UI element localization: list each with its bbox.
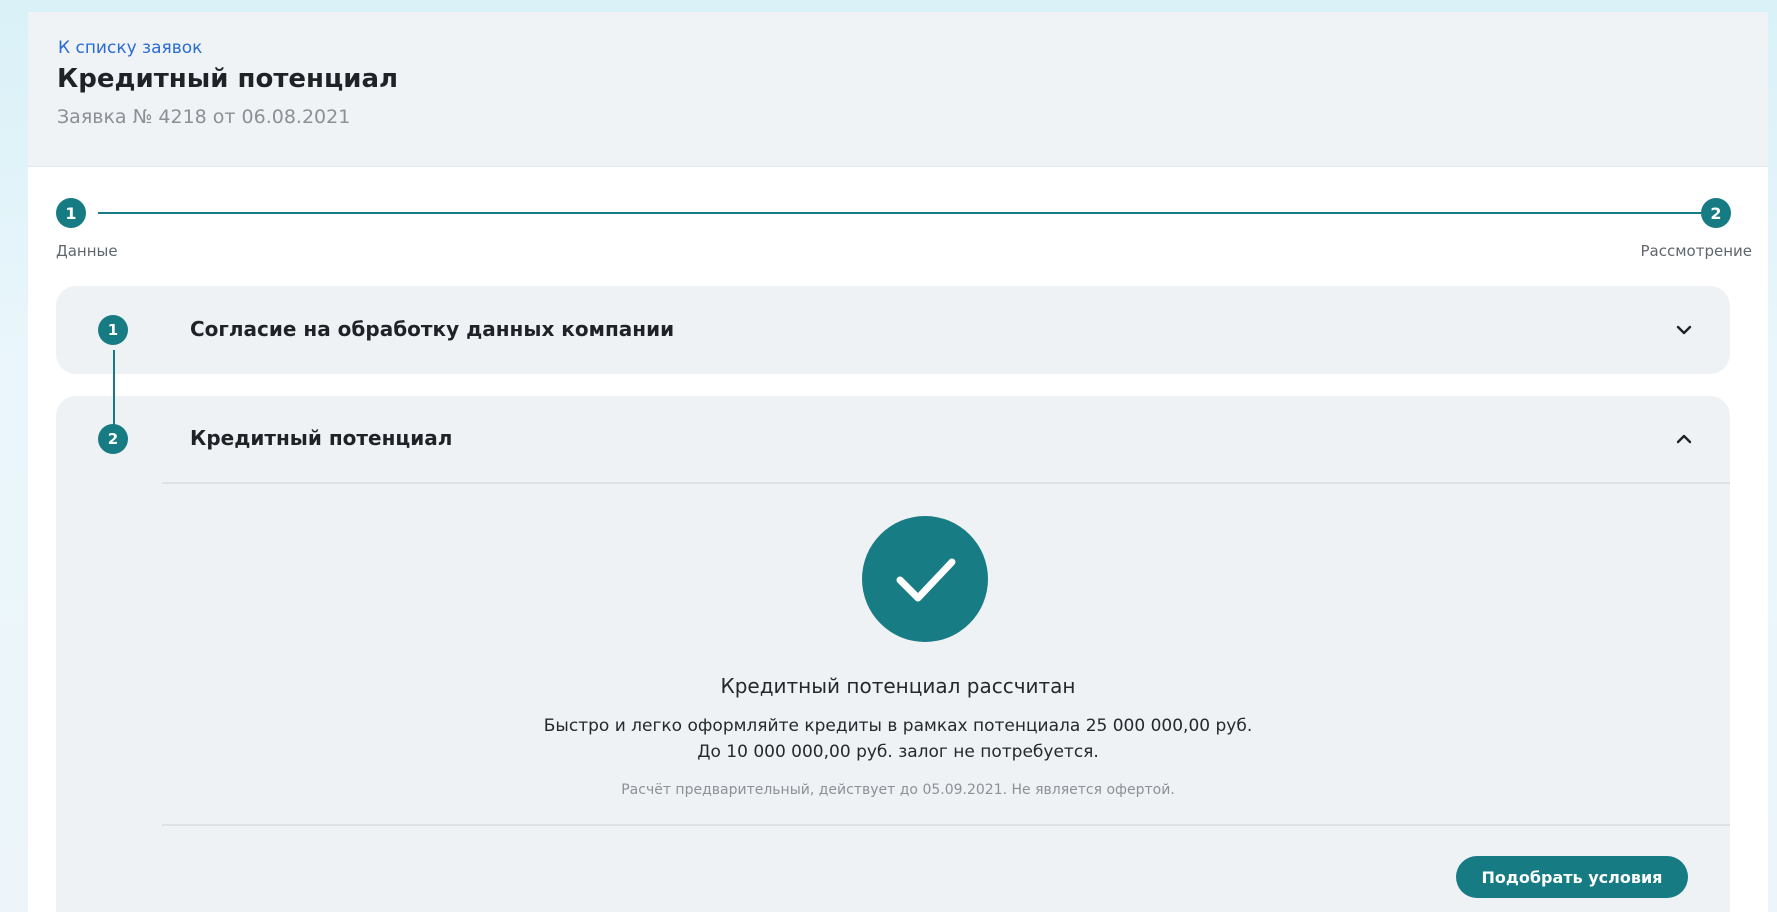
section-1-number: 1 (98, 315, 128, 345)
chevron-down-icon[interactable] (1674, 320, 1694, 340)
result-text-line-2: До 10 000 000,00 руб. залог не потребует… (697, 742, 1099, 762)
section-header-divider (162, 482, 1730, 484)
back-to-list-link[interactable]: К списку заявок (58, 38, 202, 58)
page-header: К списку заявок Кредитный потенциал Заяв… (28, 12, 1768, 167)
choose-terms-button[interactable]: Подобрать условия (1456, 856, 1688, 898)
section-connector-line (113, 350, 115, 430)
application-subtitle: Заявка № 4218 от 06.08.2021 (57, 106, 351, 128)
step-2-indicator: 2 (1701, 198, 1731, 228)
result-text-line-1: Быстро и легко оформляйте кредиты в рамк… (543, 716, 1253, 736)
step-1-label: Данные (56, 242, 118, 260)
footer-divider (162, 824, 1730, 826)
chevron-up-icon[interactable] (1674, 429, 1694, 449)
section-2-title[interactable]: Кредитный потенциал (190, 426, 452, 450)
page-title: Кредитный потенциал (57, 64, 399, 94)
accordion-section-credit-potential: 2 Кредитный потенциал (56, 396, 1730, 912)
step-1-indicator: 1 (56, 198, 86, 228)
result-title: Кредитный потенциал рассчитан (720, 674, 1076, 698)
section-1-title: Согласие на обработку данных компании (190, 317, 675, 341)
result-disclaimer: Расчёт предварительный, действует до 05.… (621, 782, 1175, 798)
step-2-label: Рассмотрение (1640, 242, 1753, 260)
accordion-section-consent[interactable]: 1 Согласие на обработку данных компании (56, 286, 1730, 374)
success-check-icon (862, 516, 988, 642)
application-page: К списку заявок Кредитный потенциал Заяв… (28, 12, 1768, 912)
stepper-line (98, 212, 1713, 214)
